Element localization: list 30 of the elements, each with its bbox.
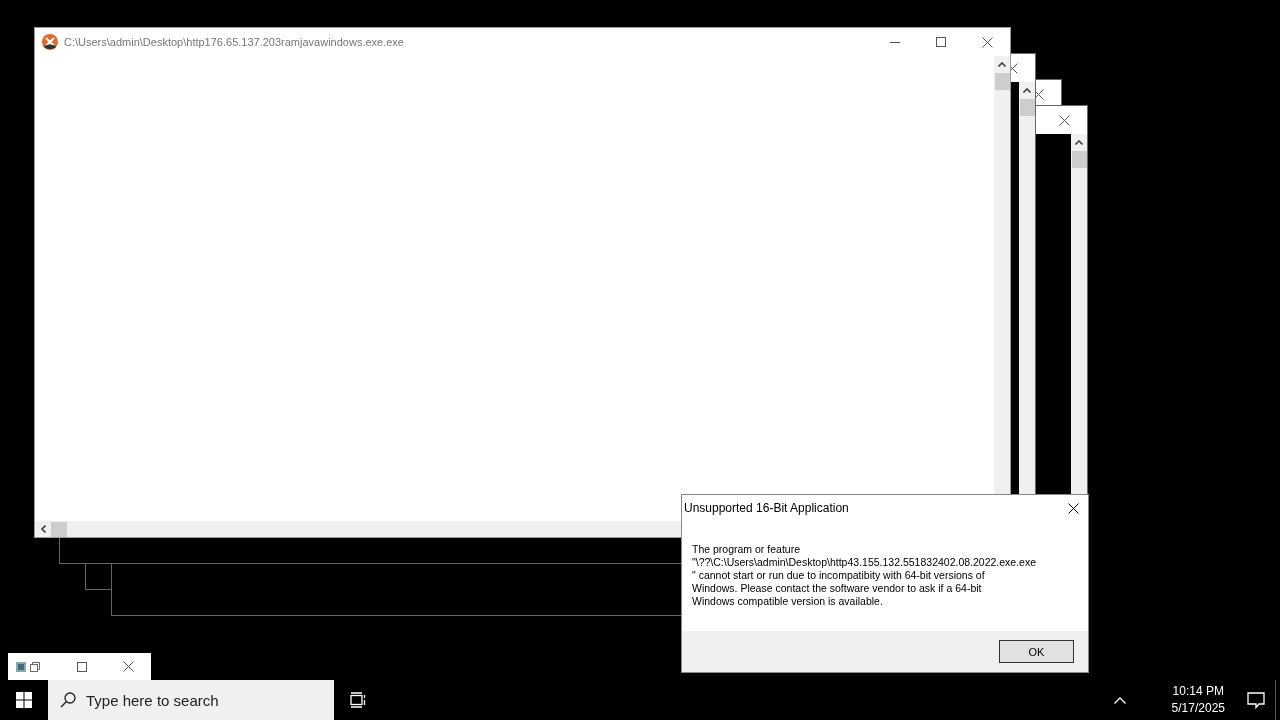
scrollbar-thumb[interactable] [994, 73, 1010, 90]
scrollbar-thumb[interactable] [1071, 151, 1087, 168]
scroll-left-icon[interactable] [40, 525, 46, 533]
window-title: C:\Users\admin\Desktop\http176.65.137.203ramjavawindows.exe.exe [63, 36, 405, 48]
ok-button[interactable]: OK [999, 640, 1074, 663]
clock[interactable]: 10:14 PM 5/17/2025 [1171, 683, 1225, 717]
maximize-icon[interactable] [77, 661, 87, 672]
dialog-message: The program or feature "\??\C:\Users\admin\Desktop\http43.155.132.551832402.08.2022.exe.exe " cannot start or run due to incompatibity with 64-bit versions of Windows. Please contact the software vendor to ask if a 64-bit Windows compatible version is available. [692, 543, 1038, 608]
close-icon[interactable] [122, 661, 134, 672]
search-field[interactable]: Type here to search [48, 680, 334, 720]
scrollbar-thumb[interactable] [1019, 99, 1035, 116]
windows-start-icon[interactable] [16, 692, 32, 708]
maximize-icon[interactable] [936, 37, 946, 47]
chevron-up-icon[interactable] [1113, 696, 1126, 704]
close-icon[interactable] [981, 36, 993, 48]
scrollbar-thumb[interactable] [51, 521, 67, 537]
close-icon[interactable] [1058, 114, 1070, 126]
task-view-icon[interactable] [350, 692, 366, 708]
clock-date: 5/17/2025 [1171, 700, 1225, 717]
scroll-up-icon[interactable] [998, 62, 1006, 67]
close-icon[interactable] [1067, 502, 1079, 514]
dialog-title: Unsupported 16-Bit Application [684, 501, 850, 515]
search-icon [60, 692, 76, 708]
minimized-window[interactable] [8, 653, 151, 680]
clock-time: 10:14 PM [1172, 683, 1224, 700]
minimize-icon[interactable] [890, 41, 900, 43]
scroll-up-icon[interactable] [1023, 88, 1031, 93]
notification-icon[interactable] [1247, 691, 1265, 709]
scroll-up-icon[interactable] [1075, 140, 1083, 145]
app-icon [42, 34, 58, 50]
